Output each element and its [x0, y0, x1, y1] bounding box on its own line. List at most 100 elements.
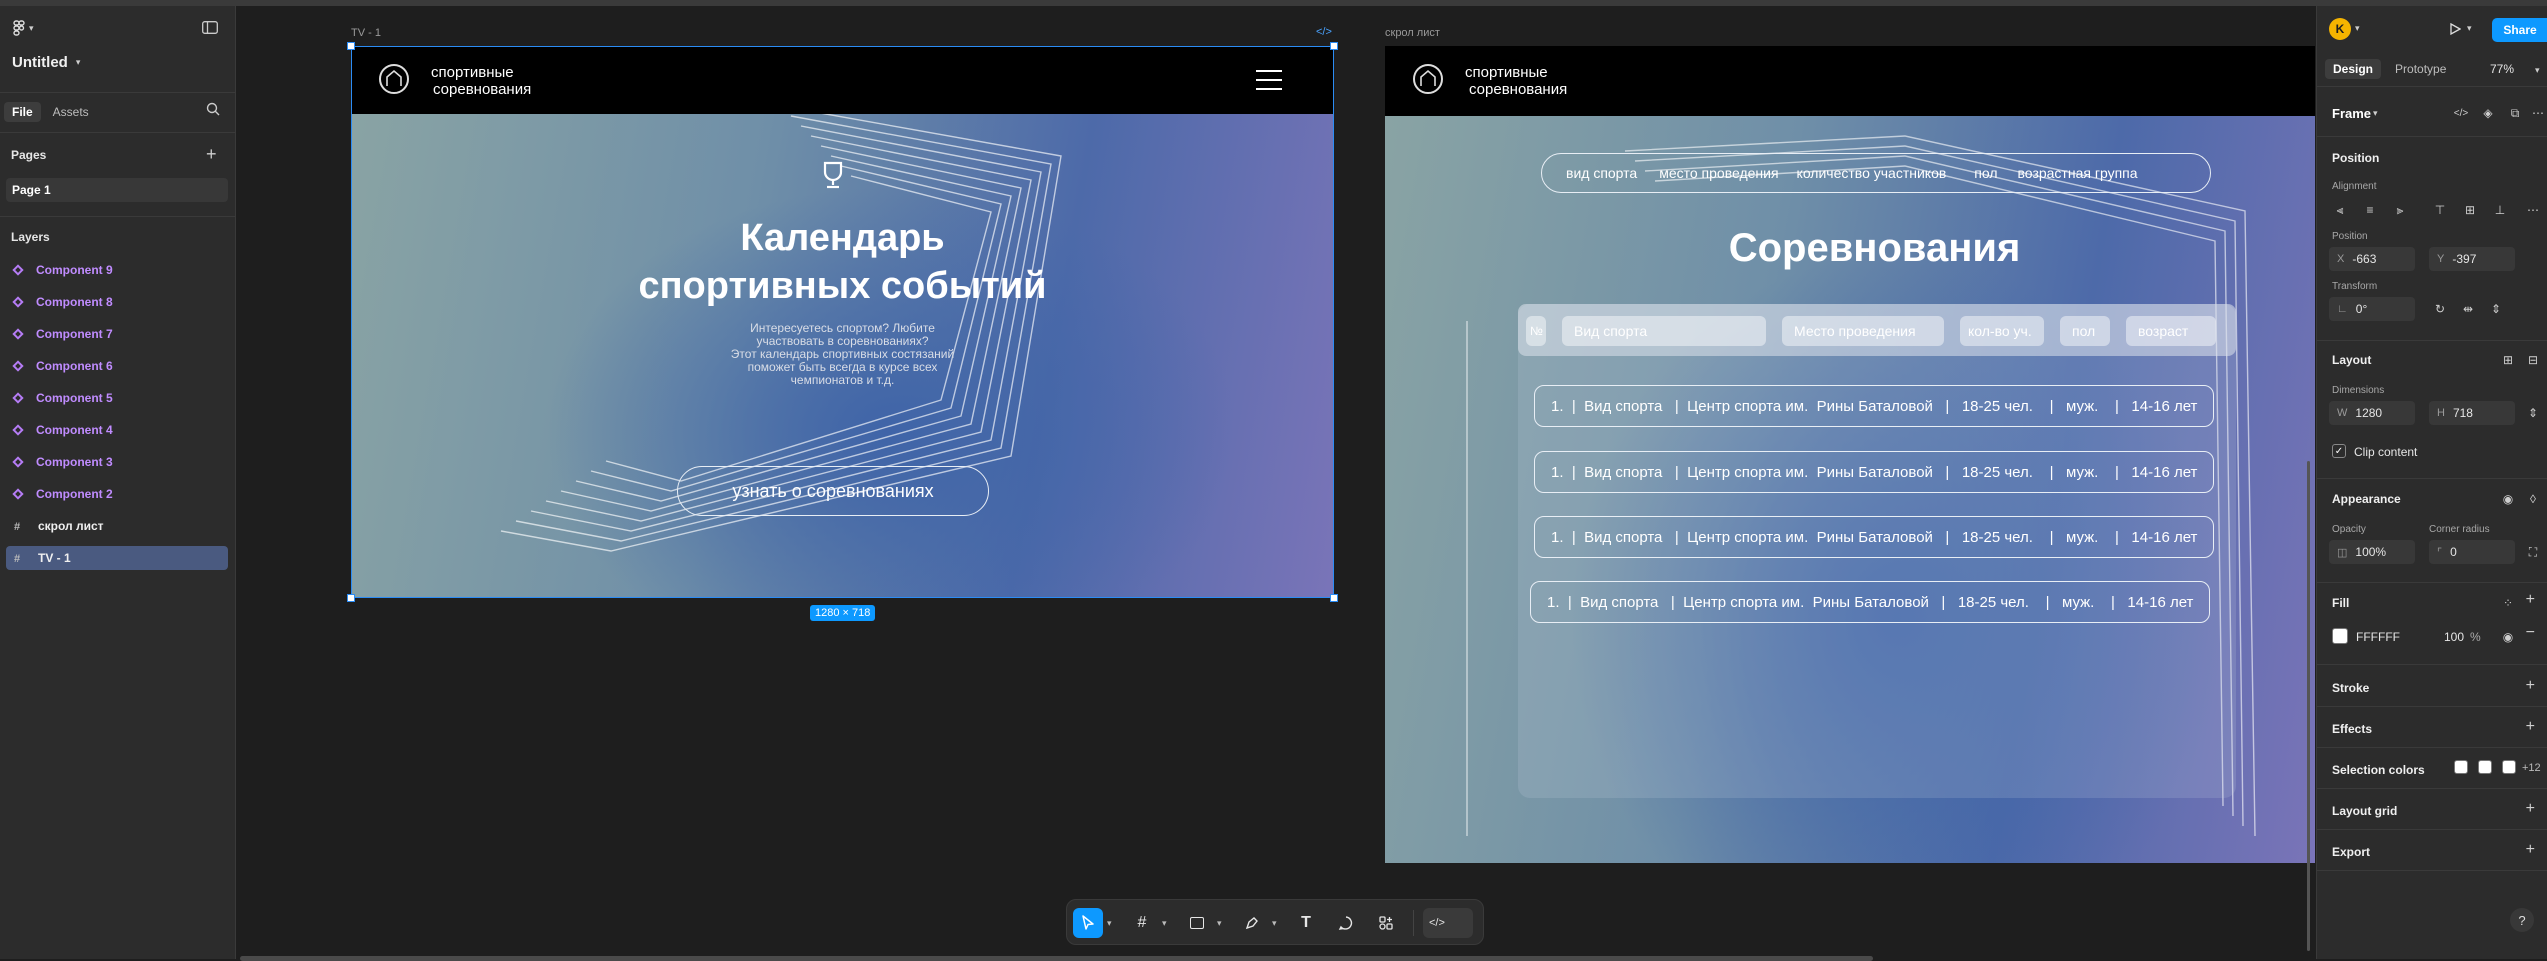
- auto-layout-icon[interactable]: ⊟: [2522, 349, 2544, 371]
- add-effect-button[interactable]: +: [2526, 718, 2535, 736]
- chevron-down-icon[interactable]: ▾: [2467, 23, 2472, 34]
- move-tool[interactable]: [1073, 908, 1103, 938]
- align-top-icon[interactable]: ⊤: [2429, 199, 2451, 221]
- chevron-down-icon[interactable]: ▾: [2355, 23, 2360, 34]
- file-name-button[interactable]: Untitled ▾: [12, 54, 80, 71]
- tab-file[interactable]: File: [4, 102, 41, 122]
- zoom-level[interactable]: 77%: [2490, 62, 2514, 76]
- grid-layout-icon[interactable]: ⊞: [2497, 349, 2519, 371]
- height-input[interactable]: H 718: [2429, 401, 2515, 425]
- filter-gender[interactable]: пол: [2060, 316, 2110, 346]
- canvas[interactable]: TV - 1 </> спортивные соревнования Кален…: [237, 6, 2315, 961]
- constrain-proportions-icon[interactable]: ⇕: [2522, 402, 2544, 424]
- layer-scroll-list[interactable]: # скрол лист: [6, 514, 228, 538]
- frame-type-select[interactable]: Frame: [2332, 106, 2371, 121]
- component-icon[interactable]: ◈: [2477, 102, 2499, 124]
- nav-age-group[interactable]: возрастная группа: [2018, 165, 2138, 181]
- eye-icon[interactable]: ◉: [2497, 626, 2519, 648]
- rotation-input[interactable]: ∟ 0°: [2329, 297, 2415, 321]
- y-position-input[interactable]: Y -397: [2429, 247, 2515, 271]
- home-icon[interactable]: [1413, 64, 1443, 94]
- help-button[interactable]: ?: [2510, 908, 2534, 932]
- chevron-down-icon[interactable]: ▾: [2373, 108, 2378, 119]
- toggle-sidebar-button[interactable]: [202, 21, 218, 34]
- selection-color-swatch[interactable]: [2454, 760, 2468, 774]
- rectangle-tool[interactable]: [1182, 908, 1212, 938]
- avatar[interactable]: K: [2329, 18, 2351, 40]
- rotate-icon[interactable]: ↻: [2429, 298, 2451, 320]
- nav-venue[interactable]: место проведения: [1659, 165, 1778, 181]
- page-item-page-1[interactable]: Page 1: [6, 178, 228, 202]
- fill-color-swatch[interactable]: [2332, 628, 2348, 644]
- add-stroke-button[interactable]: +: [2526, 677, 2535, 695]
- chevron-down-icon[interactable]: ▾: [1272, 918, 1277, 929]
- filter-venue[interactable]: Место проведения: [1782, 316, 1944, 346]
- layer-component-9[interactable]: Component 9: [6, 258, 228, 282]
- vertical-scrollbar[interactable]: [2307, 461, 2310, 951]
- remove-fill-button[interactable]: −: [2526, 624, 2535, 642]
- align-center-v-icon[interactable]: ⊞: [2459, 199, 2481, 221]
- share-button[interactable]: Share: [2492, 18, 2547, 42]
- layer-component-6[interactable]: Component 6: [6, 354, 228, 378]
- fill-hex[interactable]: FFFFFF: [2356, 630, 2400, 644]
- align-left-icon[interactable]: ⫷: [2329, 199, 2351, 221]
- tab-design[interactable]: Design: [2325, 59, 2382, 79]
- add-layout-grid-button[interactable]: +: [2526, 800, 2535, 818]
- filter-participants[interactable]: кол-во уч.: [1960, 316, 2044, 346]
- expand-corners-icon[interactable]: ⛶: [2522, 541, 2544, 563]
- layer-component-4[interactable]: Component 4: [6, 418, 228, 442]
- layer-component-8[interactable]: Component 8: [6, 290, 228, 314]
- layer-component-2[interactable]: Component 2: [6, 482, 228, 506]
- filter-sport[interactable]: Вид спорта: [1562, 316, 1766, 346]
- comment-tool[interactable]: [1331, 908, 1361, 938]
- drop-icon[interactable]: ◊: [2522, 488, 2544, 510]
- search-button[interactable]: [206, 102, 220, 116]
- nav-gender[interactable]: пол: [1974, 165, 1997, 181]
- code-icon[interactable]: </>: [2450, 102, 2472, 124]
- selection-colors-more[interactable]: +12: [2522, 762, 2541, 774]
- selection-color-swatch[interactable]: [2478, 760, 2492, 774]
- chevron-down-icon[interactable]: ▾: [1107, 918, 1112, 929]
- frame-label-tv-1[interactable]: TV - 1: [351, 27, 381, 39]
- layer-component-3[interactable]: Component 3: [6, 450, 228, 474]
- more-icon[interactable]: ⋯: [2522, 199, 2544, 221]
- clip-content-checkbox[interactable]: ✓: [2332, 444, 2346, 458]
- resize-handle[interactable]: [1330, 42, 1338, 50]
- main-menu-button[interactable]: ▾: [12, 20, 34, 36]
- add-fill-button[interactable]: +: [2526, 591, 2535, 609]
- width-input[interactable]: W 1280: [2329, 401, 2415, 425]
- selection-color-swatch[interactable]: [2502, 760, 2516, 774]
- flip-horizontal-icon[interactable]: ⇹: [2457, 298, 2479, 320]
- align-right-icon[interactable]: ⫸: [2389, 199, 2411, 221]
- align-bottom-icon[interactable]: ⊥: [2489, 199, 2511, 221]
- filter-age[interactable]: возраст: [2126, 316, 2216, 346]
- filter-number[interactable]: №: [1526, 316, 1546, 346]
- more-icon[interactable]: ⋯: [2527, 102, 2547, 124]
- resize-handle[interactable]: [347, 42, 355, 50]
- fill-opacity[interactable]: 100: [2444, 630, 2464, 644]
- present-button[interactable]: [2444, 18, 2466, 40]
- chevron-down-icon[interactable]: ▾: [1217, 918, 1222, 929]
- dev-mode-toggle[interactable]: </>: [1423, 908, 1473, 938]
- corner-radius-input[interactable]: ⌜ 0: [2429, 540, 2515, 564]
- eye-icon[interactable]: ◉: [2497, 488, 2519, 510]
- resize-handle[interactable]: [1330, 594, 1338, 602]
- table-row[interactable]: 1. | Вид спорта | Центр спорта им. Рины …: [1534, 385, 2214, 427]
- actions-tool[interactable]: [1371, 908, 1401, 938]
- mask-icon[interactable]: ⧉: [2504, 102, 2526, 124]
- nav-participants[interactable]: количество участников: [1797, 165, 1947, 181]
- styles-icon[interactable]: ⁘: [2497, 592, 2519, 614]
- text-tool[interactable]: T: [1291, 908, 1321, 938]
- layer-tv-1[interactable]: # TV - 1: [6, 546, 228, 570]
- code-icon[interactable]: </>: [1316, 26, 1332, 38]
- pen-tool[interactable]: [1237, 908, 1267, 938]
- layer-component-5[interactable]: Component 5: [6, 386, 228, 410]
- table-row[interactable]: 1. | Вид спорта | Центр спорта им. Рины …: [1534, 516, 2214, 558]
- chevron-down-icon[interactable]: ▾: [2535, 65, 2540, 76]
- tab-prototype[interactable]: Prototype: [2387, 59, 2454, 79]
- resize-handle[interactable]: [347, 594, 355, 602]
- tab-assets[interactable]: Assets: [45, 102, 97, 122]
- x-position-input[interactable]: X -663: [2329, 247, 2415, 271]
- frame-tool[interactable]: #: [1127, 908, 1157, 938]
- add-page-button[interactable]: +: [206, 144, 217, 165]
